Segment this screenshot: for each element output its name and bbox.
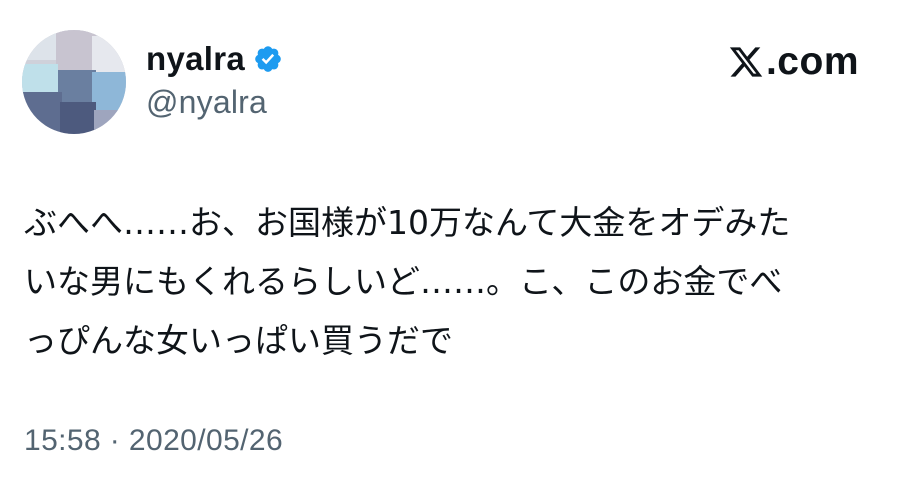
handle[interactable]: @nyalra: [146, 84, 283, 121]
post-text: ぶへへ……お、お国様が10万なんて大金をオデみた いな男にもくれるらしいど……。…: [24, 193, 884, 370]
post-text-line: っぴんな女いっぱい買うだで: [24, 321, 453, 360]
post-card: nyalra @nyalra .com ぶへへ……お、お国様が10万なんて大金を…: [0, 0, 913, 480]
verified-badge-icon: [253, 44, 283, 74]
x-logo-icon: [728, 44, 764, 80]
post-text-line: いな男にもくれるらしいど……。こ、このお金でべ: [24, 262, 783, 301]
brand-link[interactable]: .com: [728, 40, 859, 84]
author-block: nyalra @nyalra: [146, 36, 283, 121]
avatar[interactable]: [22, 30, 126, 134]
post-text-line: ぶへへ……お、お国様が10万なんて大金をオデみた: [24, 203, 791, 242]
timestamp[interactable]: 15:58 · 2020/05/26: [24, 424, 283, 458]
display-name[interactable]: nyalra: [146, 40, 245, 78]
name-row: nyalra: [146, 36, 283, 82]
brand-text: .com: [765, 40, 859, 83]
